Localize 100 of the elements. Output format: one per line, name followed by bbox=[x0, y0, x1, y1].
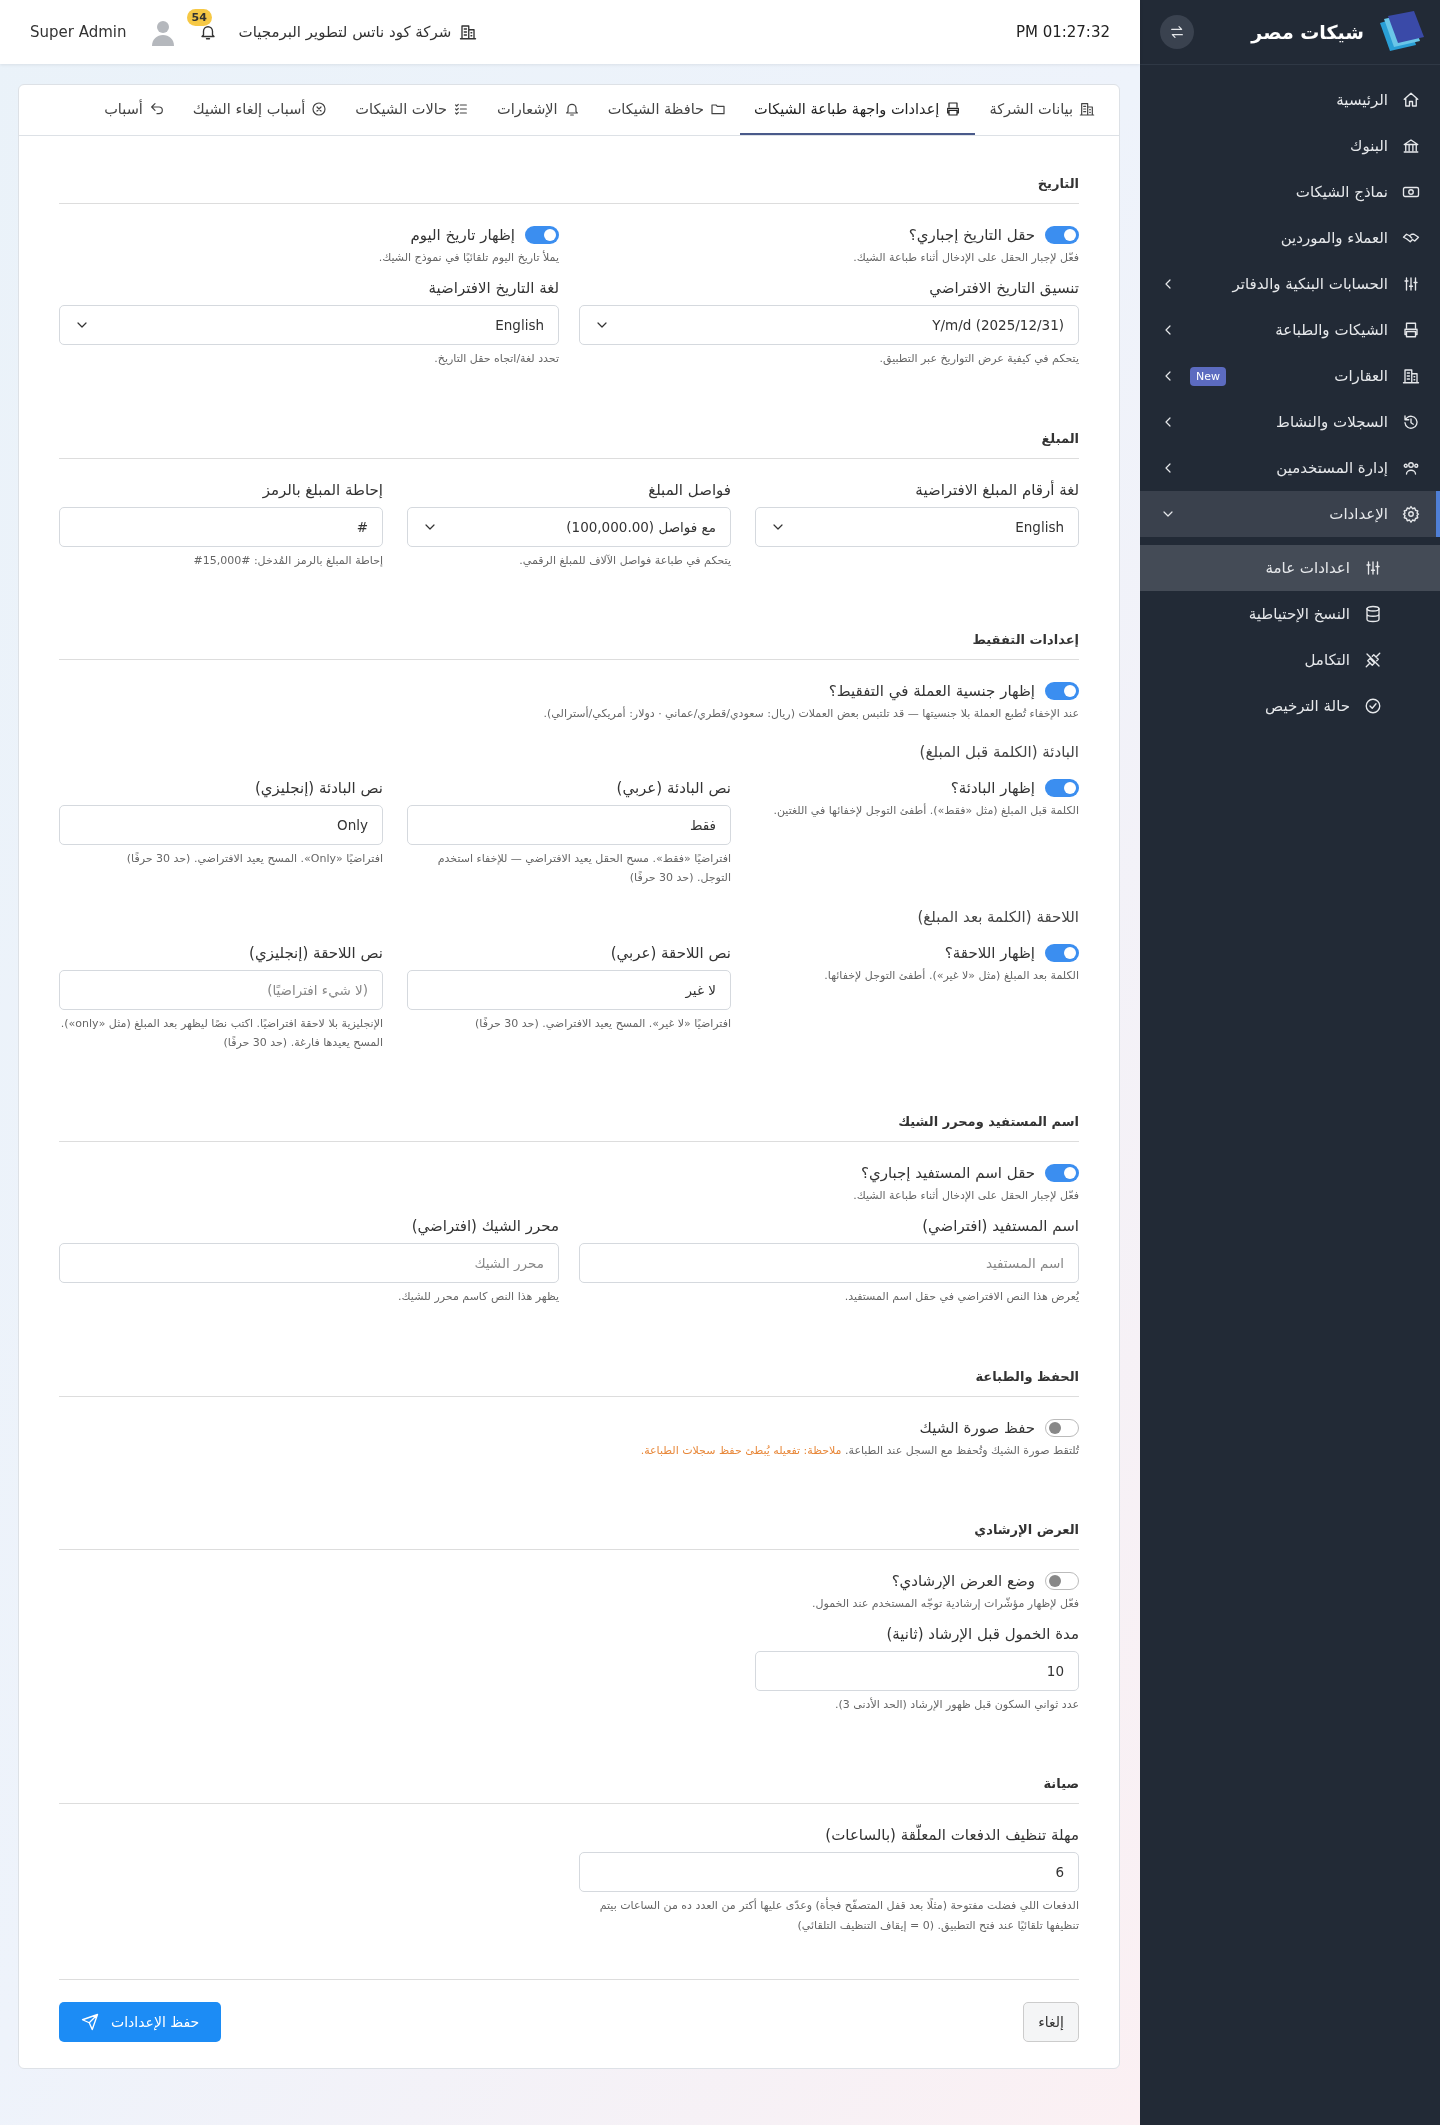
input-field[interactable]: Only bbox=[59, 805, 383, 845]
nav-item[interactable]: نماذج الشيكات bbox=[1140, 169, 1440, 215]
check-circle-icon bbox=[1364, 697, 1382, 715]
toggle-label: وضع العرض الإرشادي؟ bbox=[891, 1571, 1035, 1590]
select-field[interactable]: مع فواصل (100,000.00) bbox=[407, 506, 731, 547]
database-icon bbox=[1364, 605, 1382, 623]
input-field[interactable]: 10 bbox=[755, 1651, 1079, 1691]
input-field[interactable]: (لا شيء افتراضيًا) bbox=[59, 969, 383, 1010]
nav-item[interactable]: الشيكات والطباعة bbox=[1140, 307, 1440, 353]
building-icon bbox=[1402, 367, 1420, 385]
tab[interactable]: حافظة الشيكات bbox=[593, 85, 741, 135]
submenu-item[interactable]: التكامل bbox=[1140, 637, 1440, 683]
select-field[interactable]: English bbox=[755, 506, 1079, 547]
hint-text: تحدد لغة/اتجاه حقل التاريخ. bbox=[433, 351, 559, 368]
bell-icon bbox=[198, 23, 217, 41]
nav-item[interactable]: الإعدادات bbox=[1140, 491, 1440, 537]
clock-text: PM 01:27:32 bbox=[1015, 23, 1110, 41]
toggle-label: إظهار جنسية العملة في التفقيط؟ bbox=[828, 681, 1035, 700]
section-title: المبلغ bbox=[59, 420, 1079, 459]
submenu-item[interactable]: النسخ الإحتياطية bbox=[1140, 591, 1440, 637]
field-label: نص البادئة (إنجليزي) bbox=[253, 779, 383, 797]
company-name: شركة كود ناتس لتطوير البرمجيات bbox=[238, 23, 452, 41]
hint-text: يملأ تاريخ اليوم تلقائيًا في نموذج الشيك. bbox=[377, 249, 559, 266]
toggle-switch[interactable] bbox=[1045, 681, 1079, 700]
toggle-switch[interactable] bbox=[1045, 1571, 1079, 1590]
subsection-heading: اللاحقة (الكلمة بعد المبلغ) bbox=[916, 906, 1079, 928]
tab[interactable]: إعدادات واجهة طباعة الشيكات bbox=[740, 85, 976, 135]
hint-text: الكلمة بعد المبلغ (مثل «لا غير»). أطفئ التوجل لإخفائها. bbox=[823, 967, 1079, 984]
input-field[interactable]: اسم المستفيد bbox=[579, 1243, 1079, 1284]
folder-icon bbox=[710, 101, 727, 117]
hint-text: فعّل لإجبار الحقل على الإدخال أثناء طباعة الشيك. bbox=[852, 249, 1079, 266]
select-field[interactable]: Y/m/d (2025/12/31) bbox=[579, 305, 1079, 346]
field-label: محرر الشيك (افتراضي) bbox=[410, 1217, 559, 1236]
sliders-icon bbox=[1364, 559, 1382, 577]
submenu-item[interactable]: حالة الترخيص bbox=[1140, 683, 1440, 729]
hint-text: عند الإخفاء تُطبع العملة بلا جنسيتها — قد تلتبس بعض العملات (ريال: سعودي/قطري/عماني · دولار: أمريكي/أسترالي). bbox=[542, 705, 1079, 722]
new-badge: New bbox=[1190, 366, 1226, 386]
tab[interactable]: الإشعارات bbox=[483, 85, 594, 135]
nav-item[interactable]: الحسابات البنكية والدفاتر bbox=[1140, 261, 1440, 307]
hint-text: فعّل لإجبار الحقل على الإدخال أثناء طباعة الشيك. bbox=[852, 1187, 1079, 1204]
field-label: تنسيق التاريخ الافتراضي bbox=[928, 279, 1079, 298]
hint-text: الإنجليزية بلا لاحقة افتراضيًا. اكتب نصًا ليظهر بعد المبلغ (مثل «only»). المسح يعيدها فارغة. (حد 30 حرفًا) bbox=[59, 1015, 383, 1051]
sidebar-toggle-button[interactable] bbox=[1160, 15, 1194, 49]
tab[interactable]: حالات الشيكات bbox=[341, 85, 484, 135]
hint-text: عدد ثواني السكون قبل ظهور الإرشاد (الحد الأدنى 3). bbox=[834, 1696, 1079, 1713]
nav-item[interactable]: الرئيسية bbox=[1140, 77, 1440, 123]
plug-icon bbox=[1364, 651, 1382, 669]
sliders-icon bbox=[1402, 275, 1420, 293]
toggle-label: إظهار البادئة؟ bbox=[950, 779, 1035, 797]
brand-name: شيكات مصر bbox=[1249, 21, 1364, 43]
warning-text: ملاحظة: تفعيله يُبطئ حفظ سجلات الطباعة. bbox=[640, 1443, 842, 1457]
bank-icon bbox=[1402, 137, 1420, 155]
section-title: الحفظ والطباعة bbox=[59, 1358, 1079, 1397]
toggle-label: حقل اسم المستفيد إجباري؟ bbox=[860, 1164, 1035, 1182]
printer-icon bbox=[945, 101, 962, 117]
tab[interactable]: بيانات الشركة bbox=[975, 85, 1109, 135]
nav-item[interactable]: إدارة المستخدمين bbox=[1140, 445, 1440, 491]
subsection-heading: البادئة (الكلمة قبل المبلغ) bbox=[918, 742, 1079, 763]
select-field[interactable]: English bbox=[59, 305, 559, 346]
input-field[interactable]: # bbox=[59, 506, 383, 547]
field-label: لغة التاريخ الافتراضية bbox=[427, 279, 559, 298]
tab[interactable]: أسباب bbox=[90, 85, 179, 135]
hint-text: الكلمة قبل المبلغ (مثل «فقط»). أطفئ التوجل لإخفائها في اللغتين. bbox=[772, 802, 1079, 819]
toggle-switch[interactable] bbox=[1045, 226, 1079, 244]
tab[interactable]: أسباب إلغاء الشيك bbox=[178, 85, 342, 135]
section-title: التاريخ bbox=[59, 166, 1079, 204]
nav-item[interactable]: السجلات والنشاط bbox=[1140, 399, 1440, 445]
input-field[interactable]: لا غير bbox=[407, 969, 731, 1010]
input-field[interactable]: 6 bbox=[579, 1852, 1079, 1893]
field-label: نص البادئة (عربي) bbox=[615, 779, 731, 797]
user-name: Super Admin bbox=[30, 23, 127, 41]
field-label: مدة الخمول قبل الإرشاد (ثانية) bbox=[885, 1625, 1079, 1643]
bell-icon bbox=[563, 101, 580, 117]
hint-text: يتحكم في كيفية عرض التواريخ عبر التطبيق. bbox=[878, 351, 1079, 368]
toggle-switch[interactable] bbox=[525, 226, 559, 244]
cancel-button[interactable]: إلغاء bbox=[1023, 2001, 1079, 2042]
toggle-switch[interactable] bbox=[1045, 1164, 1079, 1182]
toggle-switch[interactable] bbox=[1045, 943, 1079, 962]
notification-badge: 54 bbox=[186, 9, 212, 26]
field-label: نص اللاحقة (إنجليزي) bbox=[248, 943, 383, 962]
home-icon bbox=[1402, 91, 1420, 109]
nav-item[interactable]: العملاء والموردين bbox=[1140, 215, 1440, 261]
toggle-label: حقل التاريخ إجباري؟ bbox=[908, 226, 1035, 244]
close-circle-icon bbox=[311, 101, 328, 117]
hint-text: يظهر هذا النص كاسم محرر للشيك. bbox=[397, 1289, 559, 1306]
hint-text: افتراضيًا «لا غير». المسح يعيد الافتراضي. (حد 30 حرفًا) bbox=[474, 1015, 731, 1032]
field-label: مهلة تنظيف الدفعات المعلّقة (بالساعات) bbox=[824, 1826, 1079, 1845]
field-label: إحاطة المبلغ بالرمز bbox=[261, 480, 383, 499]
send-icon bbox=[81, 2012, 99, 2031]
nav-item[interactable]: البنوك bbox=[1140, 123, 1440, 169]
toggle-switch[interactable] bbox=[1045, 1418, 1079, 1437]
input-field[interactable]: فقط bbox=[407, 805, 731, 845]
input-field[interactable]: محرر الشيك bbox=[59, 1243, 559, 1284]
toggle-switch[interactable] bbox=[1045, 779, 1079, 797]
section-title: صيانة bbox=[59, 1766, 1079, 1805]
printer-icon bbox=[1402, 321, 1420, 339]
field-label: نص اللاحقة (عربي) bbox=[609, 943, 731, 962]
hint-text: يتحكم في طباعة فواصل الآلاف للمبلغ الرقمي. bbox=[518, 552, 731, 569]
section-title: اسم المستفيد ومحرر الشيك bbox=[59, 1104, 1079, 1142]
submenu-item[interactable]: اعدادات عامة bbox=[1140, 545, 1440, 591]
